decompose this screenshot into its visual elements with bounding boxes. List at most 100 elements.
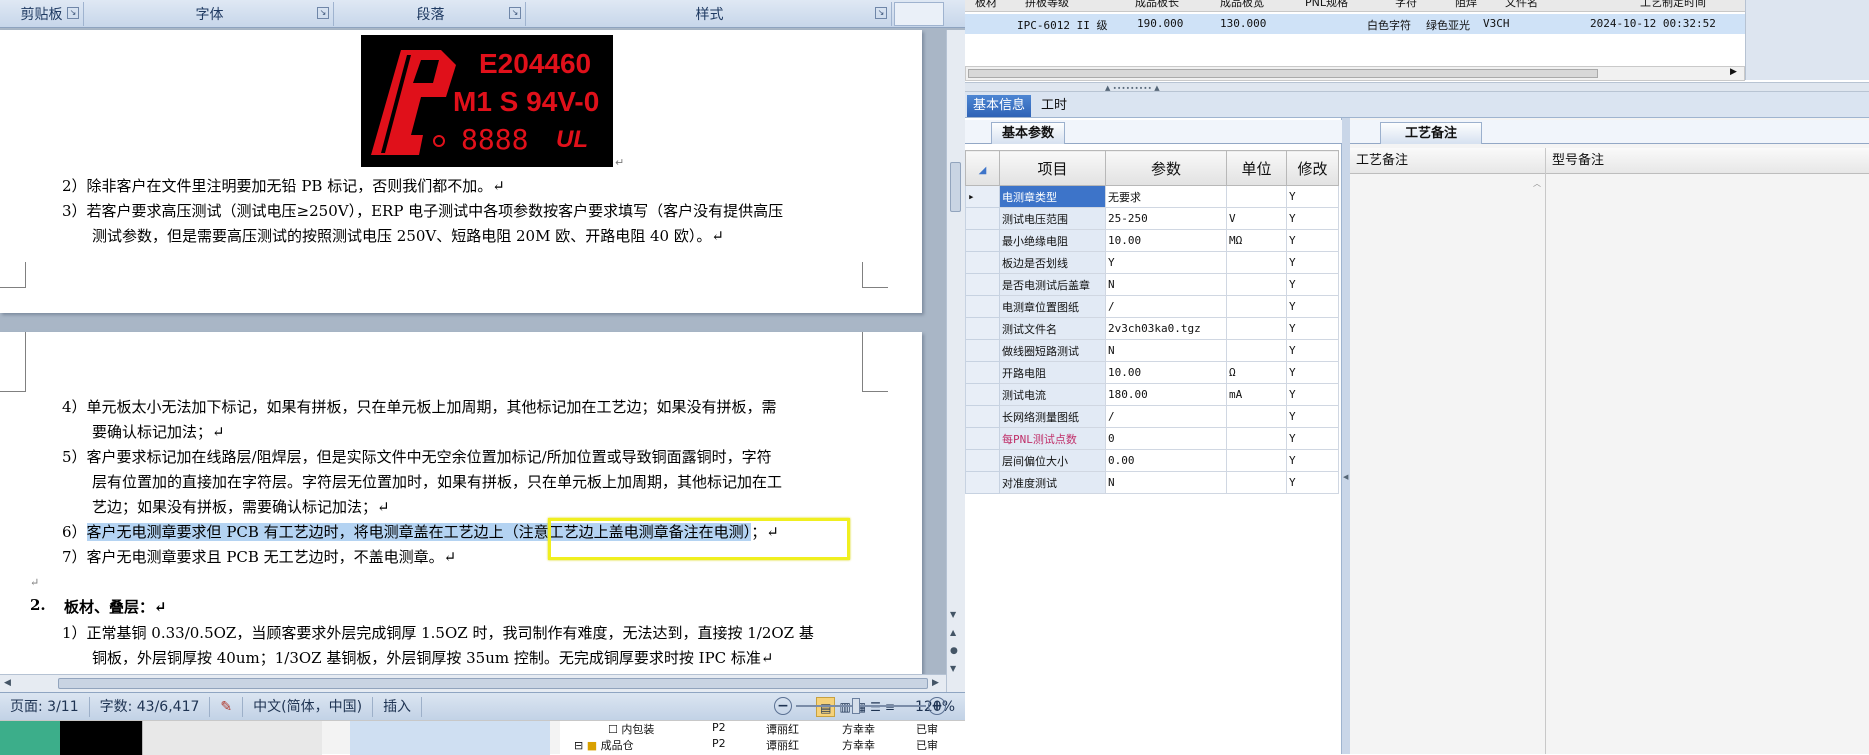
cell-item[interactable]: 层间偏位大小: [999, 449, 1106, 472]
cell-param[interactable]: 0.00: [1105, 449, 1227, 472]
cell-modify[interactable]: Y: [1286, 427, 1339, 450]
checkbox-icon[interactable]: ☐: [608, 723, 618, 736]
cell-modify[interactable]: Y: [1286, 449, 1339, 472]
cell-param[interactable]: N: [1105, 339, 1227, 362]
table-row[interactable]: 长网络测量图纸 / Y: [965, 405, 1339, 428]
cell-modify[interactable]: Y: [1286, 295, 1339, 318]
row-selector[interactable]: [965, 317, 1000, 340]
row-selector[interactable]: ▸: [965, 185, 1000, 208]
table-row[interactable]: 开路电阻 10.00 Ω Y: [965, 361, 1339, 384]
cell-param[interactable]: 0: [1105, 427, 1227, 450]
cell-item[interactable]: 测试文件名: [999, 317, 1106, 340]
cell-modify[interactable]: Y: [1286, 251, 1339, 274]
scroll-thumb[interactable]: [950, 162, 961, 212]
cell-item[interactable]: 电测章类型: [999, 185, 1106, 208]
cell-item[interactable]: 板边是否划线: [999, 251, 1106, 274]
row-selector[interactable]: [965, 273, 1000, 296]
horizontal-scrollbar[interactable]: ◀ ▶: [0, 674, 946, 692]
table-row[interactable]: 测试电压范围 25-250 V Y: [965, 207, 1339, 230]
zoom-slider-thumb[interactable]: [852, 698, 860, 714]
zoom-slider[interactable]: [796, 705, 926, 707]
cell-unit[interactable]: [1226, 273, 1287, 296]
row-selector[interactable]: [965, 449, 1000, 472]
cell-item[interactable]: 长网络测量图纸: [999, 405, 1106, 428]
column-header[interactable]: 板材: [975, 0, 997, 10]
ribbon-group-styles[interactable]: 样式 ↘: [528, 2, 892, 26]
cell-modify[interactable]: Y: [1286, 207, 1339, 230]
column-header[interactable]: 字符: [1395, 0, 1417, 10]
row-selector[interactable]: [965, 229, 1000, 252]
cell-item[interactable]: 电测章位置图纸: [999, 295, 1106, 318]
cell-param[interactable]: 180.00: [1105, 383, 1227, 406]
column-header-item[interactable]: 项目: [999, 150, 1106, 186]
cell-item[interactable]: 测试电流: [999, 383, 1106, 406]
cell-unit[interactable]: Ω: [1226, 361, 1287, 384]
scroll-right-arrow-icon[interactable]: ▶: [1730, 67, 1737, 77]
cell-item[interactable]: 最小绝缘电阻: [999, 229, 1106, 252]
row-selector[interactable]: [965, 361, 1000, 384]
cell-modify[interactable]: Y: [1286, 361, 1339, 384]
tab-work-hours[interactable]: 工时: [1035, 95, 1073, 117]
dialog-launcher-icon[interactable]: ↘: [509, 7, 521, 19]
cell-param[interactable]: /: [1105, 295, 1227, 318]
cell-item[interactable]: 每PNL测试点数: [999, 427, 1106, 450]
row-selector[interactable]: [965, 295, 1000, 318]
table-row[interactable]: 层间偏位大小 0.00 Y: [965, 449, 1339, 472]
cell-param[interactable]: Y: [1105, 251, 1227, 274]
scroll-thumb[interactable]: [968, 69, 1598, 78]
cell-modify[interactable]: Y: [1286, 405, 1339, 428]
splitter-grip-icon[interactable]: ◀: [1343, 473, 1348, 481]
cell-unit[interactable]: [1226, 295, 1287, 318]
column-header-unit[interactable]: 单位: [1226, 150, 1287, 186]
splitter-bar[interactable]: ▲ ∙∙∙∙∙∙∙∙∙ ▲: [965, 82, 1869, 92]
column-header-param[interactable]: 参数: [1105, 150, 1227, 186]
scroll-up-arrow-icon[interactable]: ︿: [1533, 178, 1541, 189]
column-header-modify[interactable]: 修改: [1286, 150, 1339, 186]
cell-unit[interactable]: [1226, 471, 1287, 494]
tab-basic-info[interactable]: 基本信息: [967, 95, 1032, 117]
row-selector[interactable]: [965, 427, 1000, 450]
column-header[interactable]: 成品板宽: [1220, 0, 1264, 10]
cell-unit[interactable]: [1226, 405, 1287, 428]
table-row[interactable]: ▸ 电测章类型 无要求 Y: [965, 185, 1339, 208]
proofing-icon[interactable]: ✎: [210, 696, 244, 717]
horizontal-scrollbar[interactable]: ▶: [965, 66, 1745, 81]
table-row[interactable]: 对准度测试 N Y: [965, 471, 1339, 494]
tab-process-notes[interactable]: 工艺备注: [1380, 122, 1483, 144]
row-selector[interactable]: [965, 383, 1000, 406]
vertical-scrollbar[interactable]: ▼ ▲ ● ▼: [946, 30, 965, 696]
cell-modify[interactable]: Y: [1286, 383, 1339, 406]
dialog-launcher-icon[interactable]: ↘: [67, 7, 79, 19]
scroll-right-arrow-icon[interactable]: ▶: [932, 678, 939, 688]
insert-mode[interactable]: 插入: [373, 696, 423, 717]
dialog-launcher-icon[interactable]: ↘: [875, 7, 887, 19]
tree-item[interactable]: ⊟ ■ 成品仓: [574, 737, 634, 753]
ribbon-group-paragraph[interactable]: 段落 ↘: [336, 2, 526, 26]
cell-param[interactable]: N: [1105, 273, 1227, 296]
browse-object-icon[interactable]: ●: [950, 646, 958, 656]
cell-modify[interactable]: Y: [1286, 185, 1339, 208]
column-header-process-note[interactable]: 工艺备注: [1350, 148, 1546, 174]
cell-param[interactable]: /: [1105, 405, 1227, 428]
ribbon-group-clipboard[interactable]: 剪贴板 ↘: [0, 2, 84, 26]
next-page-icon[interactable]: ▼: [950, 664, 956, 673]
cell-item[interactable]: 测试电压范围: [999, 207, 1106, 230]
table-row[interactable]: 最小绝缘电阻 10.00 MΩ Y: [965, 229, 1339, 252]
dialog-launcher-icon[interactable]: ↘: [317, 7, 329, 19]
cell-unit[interactable]: [1226, 339, 1287, 362]
table-row[interactable]: 做线圈短路测试 N Y: [965, 339, 1339, 362]
cell-unit[interactable]: [1226, 427, 1287, 450]
splitter-grip-icon[interactable]: ▲ ∙∙∙∙∙∙∙∙∙ ▲: [1105, 84, 1160, 92]
cell-param[interactable]: N: [1105, 471, 1227, 494]
row-selector[interactable]: [965, 207, 1000, 230]
zoom-out-icon[interactable]: −: [774, 697, 792, 715]
cell-modify[interactable]: Y: [1286, 229, 1339, 252]
column-header[interactable]: PNL规格: [1305, 0, 1348, 10]
cell-modify[interactable]: Y: [1286, 273, 1339, 296]
cell-item[interactable]: 对准度测试: [999, 471, 1106, 494]
cell-unit[interactable]: [1226, 251, 1287, 274]
cell-item[interactable]: 做线圈短路测试: [999, 339, 1106, 362]
collapse-icon[interactable]: ⊟: [574, 739, 583, 752]
cell-modify[interactable]: Y: [1286, 339, 1339, 362]
page-count[interactable]: 页面: 3/11: [0, 696, 90, 717]
